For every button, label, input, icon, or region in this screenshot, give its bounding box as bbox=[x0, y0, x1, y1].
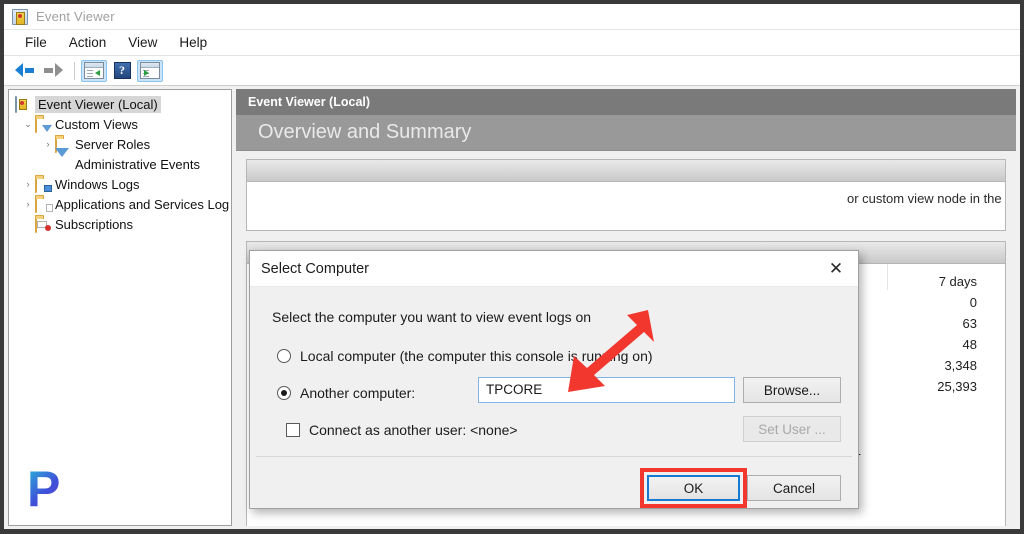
menu-item-file[interactable]: File bbox=[14, 33, 58, 52]
dialog-title: Select Computer bbox=[261, 260, 369, 277]
checkbox-connect-as-another-user[interactable]: Connect as another user: <none> bbox=[286, 422, 518, 438]
overview-heading: Overview and Summary bbox=[258, 121, 472, 143]
summary-right-column: 7 days 0 63 48 3,348 25,393 bbox=[895, 242, 1005, 397]
menu-bar: File Action View Help bbox=[4, 30, 1020, 56]
overview-section-bar[interactable] bbox=[247, 160, 1005, 182]
watermark-logo: P bbox=[27, 464, 75, 514]
sidebar-item-administrative-events[interactable]: Administrative Events bbox=[9, 148, 231, 174]
windows-logs-folder-icon bbox=[35, 176, 52, 193]
radio-another-computer-label: Another computer: bbox=[300, 385, 416, 401]
results-pane-subheader: Overview and Summary bbox=[236, 115, 1016, 151]
overview-description: or custom view node in the bbox=[847, 191, 1002, 206]
window-title-bar: Event Viewer bbox=[4, 4, 1020, 30]
select-computer-dialog: Select Computer ✕ Select the computer yo… bbox=[249, 250, 859, 509]
help-glyph: ? bbox=[113, 62, 131, 79]
chevron-right-icon[interactable]: › bbox=[41, 134, 55, 154]
menu-item-view[interactable]: View bbox=[117, 33, 168, 52]
computer-name-input[interactable]: TPCORE bbox=[478, 377, 735, 403]
console-tree-pane[interactable]: Event Viewer (Local) ⌄ Custom Views › Se… bbox=[8, 89, 232, 526]
tree-node-label: Windows Logs bbox=[55, 176, 140, 192]
back-arrow-icon[interactable] bbox=[12, 60, 38, 82]
event-viewer-window: Event Viewer File Action View Help ? Eve… bbox=[4, 4, 1020, 529]
right-col-value: 25,393 bbox=[937, 379, 977, 394]
dialog-instruction: Select the computer you want to view eve… bbox=[272, 309, 592, 325]
main-body: Event Viewer (Local) ⌄ Custom Views › Se… bbox=[4, 86, 1020, 529]
close-icon[interactable]: ✕ bbox=[814, 251, 858, 287]
right-col-value: 0 bbox=[969, 295, 977, 310]
menu-item-help[interactable]: Help bbox=[168, 33, 218, 52]
event-viewer-icon bbox=[12, 8, 28, 25]
sidebar-item-subscriptions[interactable]: Subscriptions bbox=[9, 214, 231, 234]
radio-local-computer[interactable]: Local computer (the computer this consol… bbox=[277, 348, 653, 364]
tree-node-label: Applications and Services Log bbox=[55, 196, 230, 212]
help-icon[interactable]: ? bbox=[109, 60, 135, 82]
ok-button[interactable]: OK bbox=[647, 475, 740, 501]
tree-node-label: Administrative Events bbox=[75, 156, 200, 172]
menu-item-action[interactable]: Action bbox=[58, 33, 118, 52]
tree-node-label: Event Viewer (Local) bbox=[35, 95, 161, 113]
app-services-folder-icon bbox=[35, 196, 53, 213]
radio-local-computer-indicator[interactable] bbox=[277, 349, 291, 363]
radio-local-computer-label: Local computer (the computer this consol… bbox=[300, 348, 653, 364]
results-pane-header: Event Viewer (Local) bbox=[236, 89, 1016, 115]
dialog-body: Select the computer you want to view eve… bbox=[250, 287, 858, 509]
sidebar-item-applications-and-services-logs[interactable]: › Applications and Services Log bbox=[9, 194, 231, 214]
dialog-title-bar: Select Computer ✕ bbox=[250, 251, 858, 287]
set-user-button: Set User ... bbox=[743, 416, 841, 442]
sidebar-item-custom-views[interactable]: ⌄ Custom Views bbox=[9, 114, 231, 134]
right-col-value: 63 bbox=[962, 316, 977, 331]
checkbox-connect-as-another-user-label: Connect as another user: <none> bbox=[309, 422, 518, 438]
page-title: Event Viewer (Local) bbox=[248, 95, 371, 109]
sidebar-item-windows-logs[interactable]: › Windows Logs bbox=[9, 174, 231, 194]
tree-node-label: Subscriptions bbox=[55, 216, 134, 232]
sidebar-item-server-roles[interactable]: › Server Roles bbox=[9, 134, 231, 154]
radio-another-computer[interactable]: Another computer: bbox=[277, 385, 415, 401]
chevron-right-icon[interactable]: › bbox=[21, 174, 35, 194]
right-col-value: 3,348 bbox=[944, 358, 977, 373]
sidebar-item-event-viewer-local[interactable]: Event Viewer (Local) bbox=[9, 94, 231, 114]
toolbar: ? bbox=[4, 56, 1020, 86]
browse-button[interactable]: Browse... bbox=[743, 377, 841, 403]
show-hide-console-tree-icon[interactable] bbox=[81, 59, 107, 82]
funnel-icon bbox=[55, 148, 71, 172]
chevron-down-icon[interactable]: ⌄ bbox=[21, 114, 35, 134]
radio-another-computer-indicator[interactable] bbox=[277, 386, 291, 400]
tree-node-label: Server Roles bbox=[75, 136, 151, 152]
right-col-value: 7 days bbox=[938, 274, 977, 289]
overview-section: or custom view node in the bbox=[246, 159, 1006, 231]
subscriptions-icon bbox=[35, 216, 51, 233]
right-col-value: 48 bbox=[962, 337, 977, 352]
window-title: Event Viewer bbox=[36, 9, 115, 24]
dialog-separator bbox=[256, 456, 852, 457]
screenshot-frame: Event Viewer File Action View Help ? Eve… bbox=[0, 0, 1024, 534]
show-hide-action-pane-icon[interactable] bbox=[137, 59, 163, 82]
custom-views-folder-icon bbox=[35, 116, 52, 133]
checkbox-connect-as-another-user-indicator[interactable] bbox=[286, 423, 300, 437]
event-viewer-icon bbox=[15, 96, 31, 113]
tree-node-label: Custom Views bbox=[55, 116, 138, 132]
chevron-right-icon[interactable]: › bbox=[21, 194, 35, 214]
toolbar-separator bbox=[74, 61, 75, 80]
forward-arrow-icon[interactable] bbox=[40, 60, 66, 82]
cancel-button[interactable]: Cancel bbox=[747, 475, 841, 501]
